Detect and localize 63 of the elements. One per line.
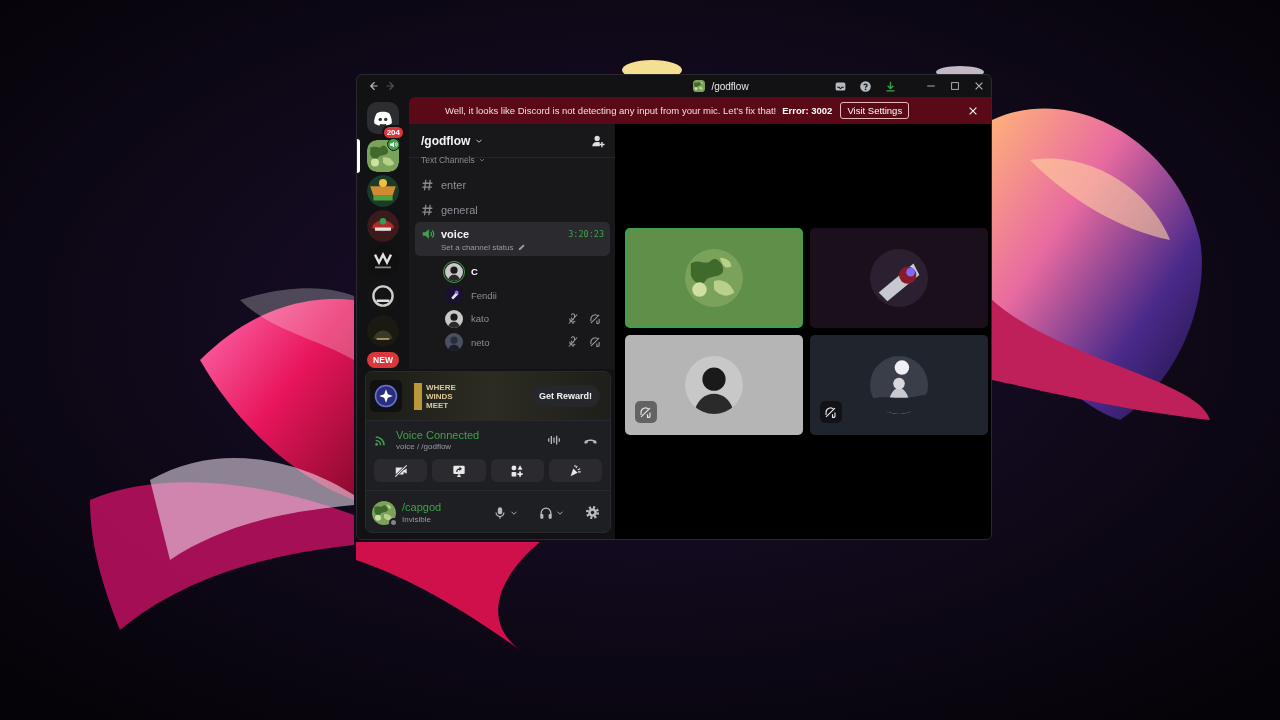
unread-count-badge: 204 xyxy=(381,125,405,140)
back-arrow-icon[interactable] xyxy=(367,80,379,92)
voice-user[interactable]: C xyxy=(443,260,609,284)
error-code: Error: 3002 xyxy=(782,105,833,116)
voice-user[interactable]: Fendii xyxy=(443,283,609,307)
headphones-button[interactable] xyxy=(539,505,565,520)
game-logo: WHERE WINDS MEET xyxy=(414,382,476,410)
video-tile[interactable] xyxy=(624,335,803,435)
activities-button[interactable] xyxy=(490,459,544,482)
notice-message: Well, it looks like Discord is not detecting any input from your mic. Let’s fix that! xyxy=(445,105,777,116)
server-icon[interactable] xyxy=(367,210,399,242)
server-name[interactable]: /godflow xyxy=(421,133,471,148)
microphone-icon xyxy=(493,505,507,520)
get-reward-button[interactable]: Get Reward! xyxy=(531,385,600,407)
connection-status[interactable]: Voice Connected xyxy=(396,429,480,441)
server-icon[interactable] xyxy=(367,175,399,207)
headphones-icon xyxy=(539,505,553,520)
hash-icon xyxy=(421,177,435,192)
voice-user[interactable]: neto xyxy=(443,330,609,354)
soundboard-icon xyxy=(568,463,583,478)
noise-suppression-icon[interactable] xyxy=(547,433,561,447)
soundboard-button[interactable] xyxy=(548,459,602,482)
close-icon[interactable] xyxy=(973,80,985,92)
inbox-icon[interactable] xyxy=(834,79,847,93)
member-name: C xyxy=(471,266,478,278)
settings-icon[interactable] xyxy=(585,505,600,520)
deafened-icon xyxy=(824,405,837,419)
hash-icon xyxy=(421,202,435,217)
microphone-button[interactable] xyxy=(493,505,519,520)
pencil-icon xyxy=(516,242,526,252)
maximize-icon[interactable] xyxy=(949,80,961,92)
video-tile[interactable] xyxy=(809,335,988,435)
voice-user[interactable]: kato xyxy=(443,307,609,331)
camera-button[interactable] xyxy=(374,459,428,482)
user-status: Invisible xyxy=(402,515,432,524)
video-tile[interactable] xyxy=(624,228,803,328)
visit-settings-button[interactable]: Visit Settings xyxy=(840,102,910,119)
channel-status-hint: Set a channel status xyxy=(441,242,514,252)
text-channel[interactable]: general xyxy=(415,197,610,222)
screen-share-button[interactable] xyxy=(432,459,486,482)
member-name: Fendii xyxy=(471,289,497,301)
new-badge: NEW xyxy=(367,352,399,368)
activities-icon xyxy=(510,463,525,478)
member-name: neto xyxy=(471,336,490,348)
member-name: kato xyxy=(471,313,489,325)
add-person-icon[interactable] xyxy=(591,133,605,148)
signal-icon xyxy=(374,433,388,447)
server-icon[interactable] xyxy=(367,140,399,172)
status-dot xyxy=(389,517,398,527)
download-icon[interactable] xyxy=(884,79,897,93)
username[interactable]: /capgod xyxy=(402,501,442,513)
text-channel[interactable]: enter xyxy=(415,172,610,197)
window-title: /godflow xyxy=(711,80,749,92)
screen-share-icon xyxy=(451,463,466,478)
deafened-icon xyxy=(639,405,652,419)
call-timer: 3:20:23 xyxy=(568,228,604,239)
category-label[interactable]: Text Channels xyxy=(421,156,475,164)
camera-off-icon xyxy=(393,463,408,478)
help-icon[interactable] xyxy=(859,79,872,93)
chevron-icon xyxy=(477,156,486,164)
voice-channel[interactable]: voice 3:20:23 Set a channel status xyxy=(415,222,610,256)
video-tile[interactable] xyxy=(809,228,988,328)
voice-location[interactable]: voice / /godflow xyxy=(396,442,480,451)
